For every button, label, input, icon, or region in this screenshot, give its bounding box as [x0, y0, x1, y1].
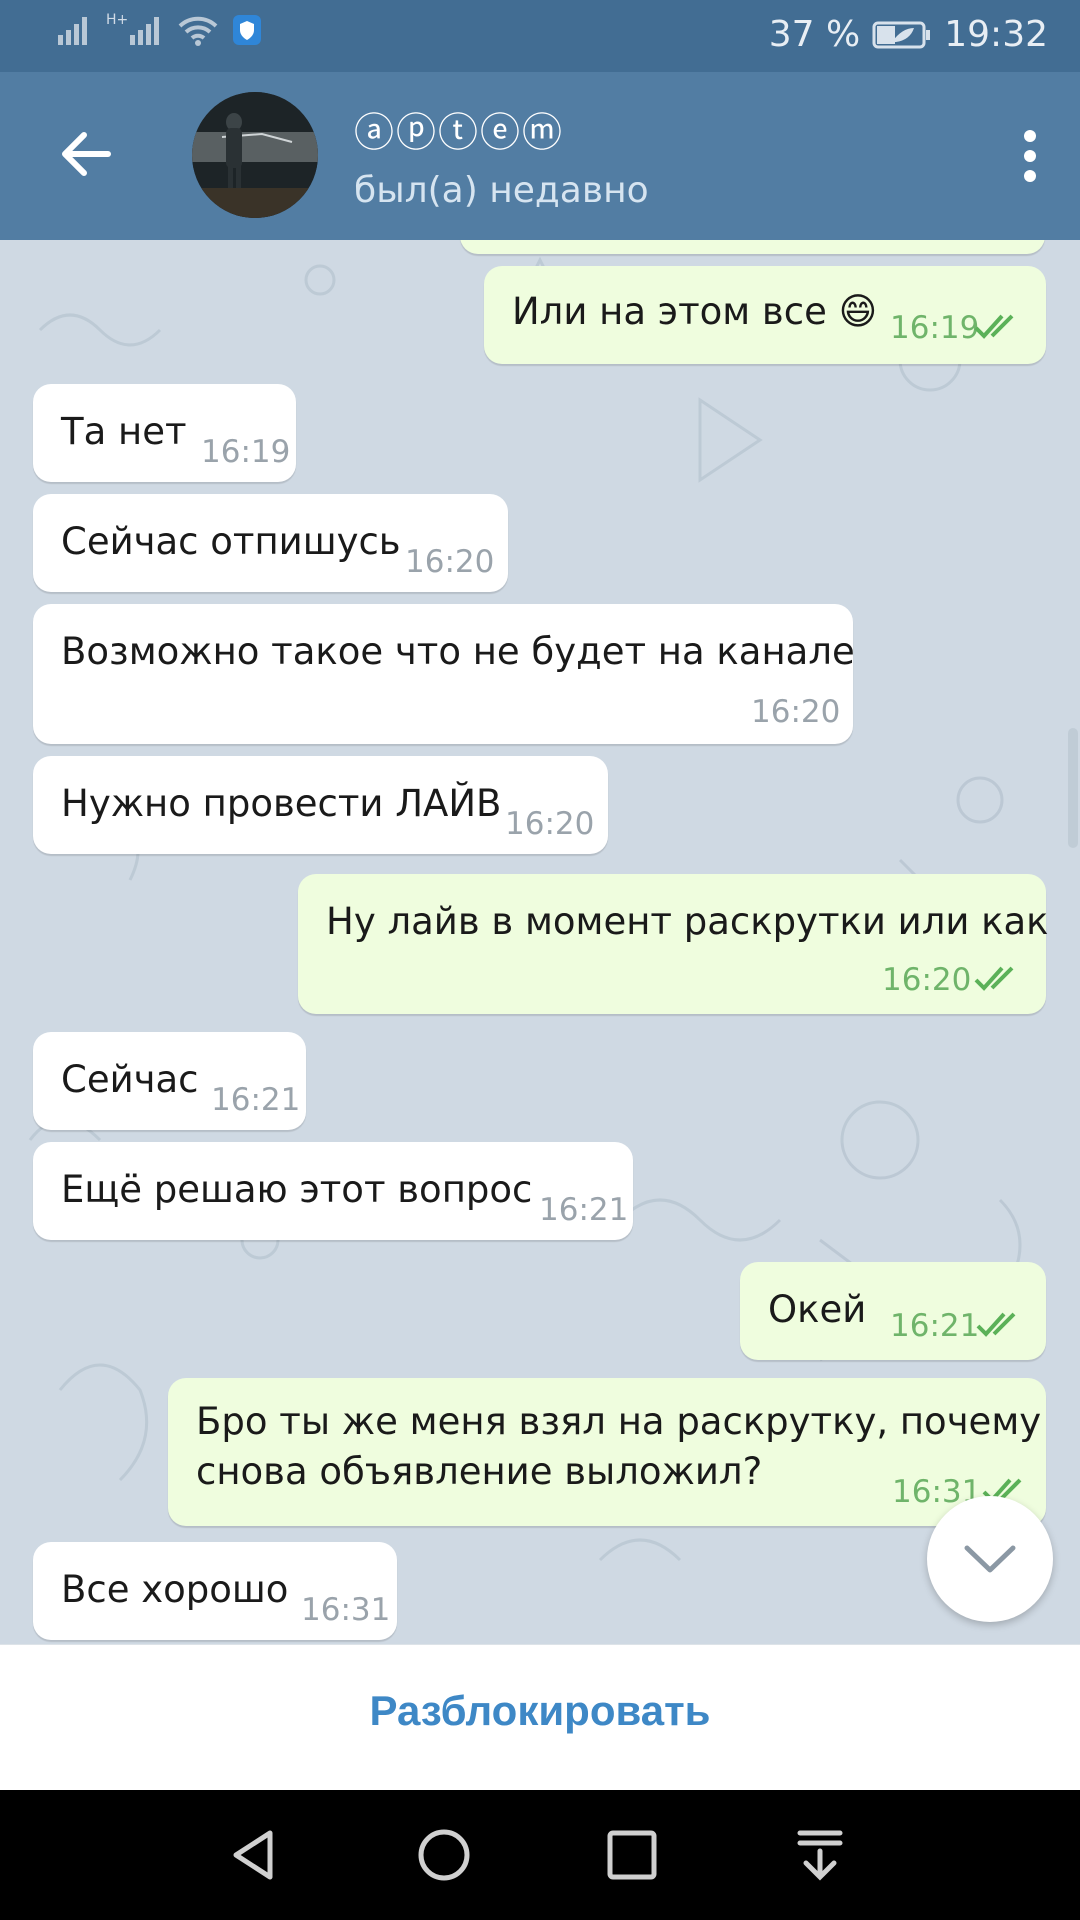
chevron-down-icon — [964, 1545, 1016, 1573]
message-text: Та нет — [61, 410, 187, 453]
message-text: Сейчас — [61, 1058, 199, 1101]
chat-header: ⓐⓟⓣⓔⓜ был(а) недавно — [0, 72, 1080, 240]
message-incoming[interactable]: Возможно такое что не будет на канале 16… — [33, 604, 855, 744]
message-text: Все хорошо — [61, 1568, 289, 1611]
clock: 19:32 — [944, 14, 1048, 55]
message-time: 16:21 — [890, 1308, 980, 1344]
message-time: 16:20 — [751, 694, 841, 730]
nav-back-icon[interactable] — [224, 1823, 288, 1887]
back-arrow-icon[interactable] — [58, 126, 114, 182]
message-bubble-clipped — [460, 240, 1045, 254]
message-time: 16:20 — [405, 544, 495, 580]
chat-area[interactable]: Или на этом все 😄 16:19 Та нет 16:19 Сей… — [0, 240, 1080, 1644]
message-text-line1: Бро ты же меня взял на раскрутку, почему — [196, 1400, 1042, 1443]
read-checks-icon — [974, 314, 1014, 339]
network-type: H+ — [106, 12, 129, 28]
message-text: Или на этом все 😄 — [512, 290, 878, 333]
message-time: 16:20 — [505, 806, 595, 842]
signal-icon — [58, 17, 87, 45]
message-incoming[interactable]: Сейчас отпишусь 16:20 — [33, 494, 508, 592]
message-time: 16:21 — [539, 1192, 629, 1228]
contact-status: был(а) недавно — [354, 170, 649, 211]
status-icons-right: 37 % 19:32 — [769, 14, 1048, 55]
bottom-action-bar: Разблокировать — [0, 1644, 1080, 1791]
system-navigation-bar — [0, 1790, 1080, 1920]
contact-name: ⓐⓟⓣⓔⓜ — [354, 110, 564, 156]
chat-title[interactable]: ⓐⓟⓣⓔⓜ был(а) недавно — [354, 100, 649, 211]
message-incoming[interactable]: Та нет 16:19 — [33, 384, 296, 482]
message-incoming[interactable]: Ещё решаю этот вопрос 16:21 — [33, 1142, 633, 1240]
read-checks-icon — [974, 966, 1014, 991]
scroll-down-button[interactable] — [927, 1496, 1053, 1622]
shield-icon — [233, 15, 262, 45]
unblock-button[interactable]: Разблокировать — [0, 1687, 1080, 1735]
message-time: 16:20 — [882, 962, 972, 998]
message-incoming[interactable]: Сейчас 16:21 — [33, 1032, 306, 1130]
message-time: 16:31 — [301, 1592, 391, 1628]
message-text: Окей — [768, 1288, 867, 1331]
message-time: 16:19 — [201, 434, 291, 470]
message-text: Ну лайв в момент раскрутки или как — [326, 900, 1049, 943]
nav-notifications-icon[interactable] — [788, 1823, 852, 1887]
message-outgoing[interactable]: Или на этом все 😄 16:19 — [484, 266, 1046, 364]
avatar[interactable] — [192, 92, 318, 218]
more-vert-icon[interactable] — [1018, 128, 1042, 184]
avatar-photo — [192, 92, 318, 218]
message-text: Ещё решаю этот вопрос — [61, 1168, 533, 1211]
nav-home-icon[interactable] — [412, 1823, 476, 1887]
message-outgoing[interactable]: Бро ты же меня взял на раскрутку, почему… — [168, 1378, 1046, 1526]
message-time: 16:21 — [211, 1082, 301, 1118]
message-text: Нужно провести ЛАЙВ — [61, 782, 502, 825]
battery-icon — [872, 21, 931, 48]
scrollbar-thumb[interactable] — [1068, 728, 1078, 848]
message-text: Возможно такое что не будет на канале — [61, 630, 855, 673]
signal-icon-2 — [130, 17, 160, 45]
message-incoming[interactable]: Нужно провести ЛАЙВ 16:20 — [33, 756, 608, 854]
status-bar: H+ 37 % 19:32 — [0, 0, 1080, 72]
message-outgoing[interactable]: Ну лайв в момент раскрутки или как 16:20 — [298, 874, 1049, 1014]
message-incoming[interactable]: Все хорошо 16:31 — [33, 1542, 397, 1640]
message-time: 16:19 — [890, 310, 980, 346]
battery-percent: 37 % — [768, 14, 861, 55]
message-text: Сейчас отпишусь — [61, 520, 401, 563]
read-checks-icon — [976, 1312, 1016, 1337]
nav-recents-icon[interactable] — [600, 1823, 664, 1887]
message-outgoing[interactable]: Окей 16:21 — [740, 1262, 1046, 1360]
wifi-icon — [178, 16, 218, 46]
message-text-line2: снова объявление выложил? — [196, 1450, 763, 1493]
status-icons-left: H+ — [58, 12, 262, 46]
